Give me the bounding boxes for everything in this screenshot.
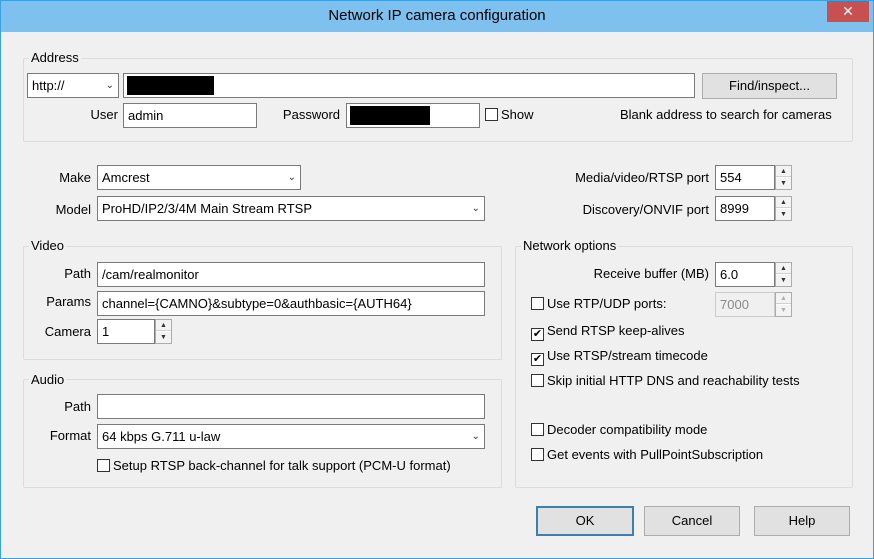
find-inspect-button[interactable]: Find/inspect... <box>702 73 837 99</box>
spin-down-icon[interactable]: ▼ <box>776 275 791 286</box>
video-params-label: Params <box>46 294 91 309</box>
audio-format-select[interactable]: 64 kbps G.711 u-law ⌄ <box>97 424 485 449</box>
media-port-spinner[interactable]: ▲ ▼ <box>775 165 792 190</box>
camera-input[interactable]: 1 <box>97 319 155 344</box>
camera-label: Camera <box>44 324 91 339</box>
title-bar[interactable]: Network IP camera configuration ✕ <box>1 1 873 32</box>
backchannel-label: Setup RTSP back-channel for talk support… <box>113 458 451 473</box>
check-icon: ✔ <box>531 328 544 341</box>
checkbox-box <box>97 459 110 472</box>
camera-spinner[interactable]: ▲ ▼ <box>155 319 172 344</box>
use-udp-label: Use RTP/UDP ports: <box>547 296 667 311</box>
chevron-down-icon: ⌄ <box>471 431 480 442</box>
skip-tests-checkbox[interactable]: Skip initial HTTP DNS and reachability t… <box>531 373 800 389</box>
video-params-input[interactable]: channel={CAMNO}&subtype=0&authbasic={AUT… <box>97 291 485 316</box>
spin-up-icon[interactable]: ▲ <box>156 320 171 331</box>
timecode-checkbox[interactable]: ✔ Use RTSP/stream timecode <box>531 348 708 366</box>
password-input[interactable] <box>346 103 480 128</box>
timecode-label: Use RTSP/stream timecode <box>547 348 708 363</box>
decoder-compat-checkbox[interactable]: Decoder compatibility mode <box>531 422 707 438</box>
protocol-value: http:// <box>32 78 65 93</box>
use-udp-checkbox[interactable]: Use RTP/UDP ports: <box>531 296 666 312</box>
check-icon: ✔ <box>531 353 544 366</box>
keepalive-checkbox[interactable]: ✔ Send RTSP keep-alives <box>531 323 685 341</box>
help-button[interactable]: Help <box>754 506 850 536</box>
cancel-button[interactable]: Cancel <box>644 506 740 536</box>
pullpoint-events-label: Get events with PullPointSubscription <box>547 447 764 462</box>
video-group-label: Video <box>29 238 67 253</box>
redacted-address <box>127 76 214 95</box>
address-group-label: Address <box>29 50 81 65</box>
spin-down-icon[interactable]: ▼ <box>776 209 791 220</box>
spin-down-icon[interactable]: ▼ <box>776 178 791 189</box>
redacted-password <box>350 106 430 125</box>
spin-up-icon: ▲ <box>776 293 791 304</box>
spin-up-icon[interactable]: ▲ <box>776 166 791 177</box>
pullpoint-events-checkbox[interactable]: Get events with PullPointSubscription <box>531 447 763 463</box>
user-input[interactable]: admin <box>123 103 257 128</box>
address-group <box>23 58 853 142</box>
spin-down-icon[interactable]: ▼ <box>156 332 171 343</box>
udp-port-spinner: ▲ ▼ <box>775 292 792 317</box>
backchannel-checkbox[interactable]: Setup RTSP back-channel for talk support… <box>97 458 451 474</box>
skip-tests-label: Skip initial HTTP DNS and reachability t… <box>547 373 800 388</box>
keepalive-label: Send RTSP keep-alives <box>547 323 685 338</box>
show-label: Show <box>501 107 534 122</box>
make-select[interactable]: Amcrest ⌄ <box>97 165 301 190</box>
model-label: Model <box>55 202 91 217</box>
video-path-label: Path <box>64 266 91 281</box>
discovery-port-input[interactable]: 8999 <box>715 196 775 221</box>
model-value: ProHD/IP2/3/4M Main Stream RTSP <box>102 201 312 216</box>
checkbox-box <box>531 423 544 436</box>
chevron-down-icon: ⌄ <box>471 203 480 214</box>
udp-port-input: 7000 <box>715 292 775 317</box>
audio-group-label: Audio <box>29 372 67 387</box>
dialog-client: Address http:// ⌄ Find/inspect... User a… <box>8 32 866 553</box>
protocol-select[interactable]: http:// ⌄ <box>27 73 119 98</box>
chevron-down-icon: ⌄ <box>287 172 296 183</box>
decoder-compat-label: Decoder compatibility mode <box>547 422 708 437</box>
network-options-group-label: Network options <box>521 238 619 253</box>
receive-buffer-input[interactable]: 6.0 <box>715 262 775 287</box>
make-value: Amcrest <box>102 170 150 185</box>
audio-format-label: Format <box>49 428 91 443</box>
checkbox-box <box>531 297 544 310</box>
window-title: Network IP camera configuration <box>328 7 546 24</box>
receive-buffer-label: Receive buffer (MB) <box>593 266 709 281</box>
discovery-port-spinner[interactable]: ▲ ▼ <box>775 196 792 221</box>
password-label: Password <box>282 107 340 122</box>
address-hint: Blank address to search for cameras <box>620 107 832 122</box>
spin-up-icon[interactable]: ▲ <box>776 197 791 208</box>
checkbox-box <box>531 448 544 461</box>
audio-path-label: Path <box>64 399 91 414</box>
chevron-down-icon: ⌄ <box>105 80 114 91</box>
checkbox-box <box>531 374 544 387</box>
video-path-input[interactable]: /cam/realmonitor <box>97 262 485 287</box>
audio-format-value: 64 kbps G.711 u-law <box>102 429 221 444</box>
spin-down-icon: ▼ <box>776 305 791 316</box>
user-label: User <box>90 107 118 122</box>
model-select[interactable]: ProHD/IP2/3/4M Main Stream RTSP ⌄ <box>97 196 485 221</box>
discovery-port-label: Discovery/ONVIF port <box>582 202 709 217</box>
dialog-window: Network IP camera configuration ✕ Addres… <box>0 0 874 559</box>
show-password-checkbox[interactable]: Show <box>485 107 534 123</box>
audio-path-input[interactable] <box>97 394 485 419</box>
media-port-input[interactable]: 554 <box>715 165 775 190</box>
receive-buffer-spinner[interactable]: ▲ ▼ <box>775 262 792 287</box>
ok-button[interactable]: OK <box>536 506 634 536</box>
spin-up-icon[interactable]: ▲ <box>776 263 791 274</box>
close-button[interactable]: ✕ <box>827 1 869 22</box>
media-port-label: Media/video/RTSP port <box>575 170 709 185</box>
make-label: Make <box>59 170 91 185</box>
checkbox-box <box>485 108 498 121</box>
address-input[interactable] <box>123 73 695 98</box>
